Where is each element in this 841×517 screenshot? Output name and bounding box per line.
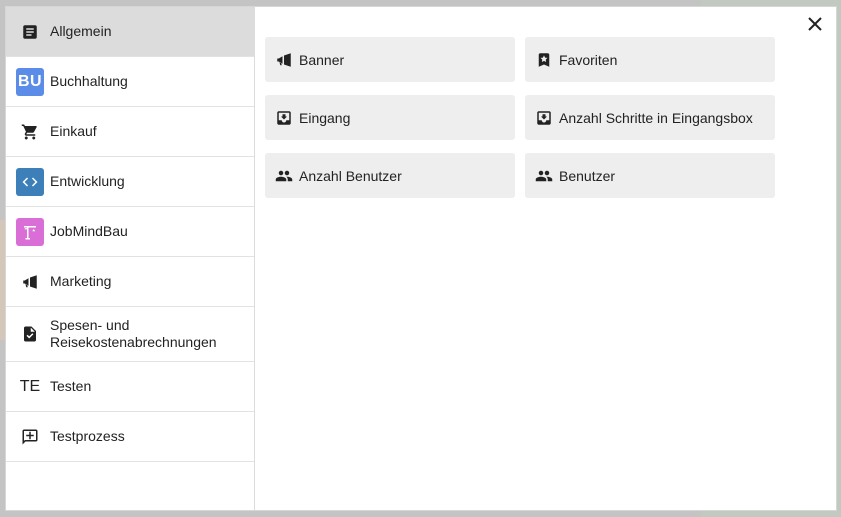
- people-icon: [535, 170, 553, 181]
- sidebar-item-marketing[interactable]: Marketing: [6, 257, 254, 307]
- document-check-icon: [16, 320, 44, 348]
- sidebar-item-label: Allgemein: [50, 23, 112, 39]
- sidebar-item-label: Testprozess: [50, 428, 125, 444]
- tile-label: Anzahl Benutzer: [299, 167, 402, 184]
- tile-banner[interactable]: Banner: [265, 37, 515, 82]
- sidebar-item-label: Einkauf: [50, 123, 97, 139]
- inbox-icon: [277, 110, 291, 125]
- sidebar-item-buchhaltung[interactable]: BU Buchhaltung: [6, 57, 254, 107]
- people-icon: [275, 170, 293, 181]
- crane-icon: [16, 217, 44, 246]
- megaphone-icon: [277, 52, 291, 67]
- bookmark-star-icon: [538, 52, 550, 67]
- tile-eingang[interactable]: Eingang: [265, 95, 515, 140]
- sidebar-item-label: Buchhaltung: [50, 73, 128, 89]
- tile-favoriten[interactable]: Favoriten: [525, 37, 775, 82]
- tile-label: Anzahl Schritte in Eingangsbox: [559, 109, 753, 126]
- buchhaltung-badge-icon: BU: [16, 67, 44, 96]
- category-sidebar: Allgemein BU Buchhaltung Einkauf Entwick…: [6, 7, 255, 510]
- inbox-icon: [537, 110, 551, 125]
- tile-label: Favoriten: [559, 51, 618, 68]
- megaphone-icon: [16, 268, 44, 296]
- sidebar-item-label: Spesen- und Reisekostenabrechnungen: [50, 317, 217, 350]
- tile-grid: Banner Favoriten Eingang Anzahl Schritte…: [265, 37, 775, 198]
- comment-add-icon: [16, 423, 44, 451]
- tile-anzahl-schritte[interactable]: Anzahl Schritte in Eingangsbox: [525, 95, 775, 140]
- tiles-panel: Banner Favoriten Eingang Anzahl Schritte…: [255, 7, 836, 510]
- tile-label: Benutzer: [559, 167, 616, 184]
- close-button[interactable]: [806, 15, 824, 33]
- tile-label: Eingang: [299, 109, 351, 126]
- sidebar-item-testen[interactable]: TE Testen: [6, 362, 254, 412]
- sidebar-item-einkauf[interactable]: Einkauf: [6, 107, 254, 157]
- tile-label: Banner: [299, 51, 345, 68]
- close-icon: [808, 17, 822, 31]
- sidebar-item-entwicklung[interactable]: Entwicklung: [6, 157, 254, 207]
- sidebar-item-spesen[interactable]: Spesen- und Reisekostenabrechnungen: [6, 307, 254, 362]
- sidebar-item-label: JobMindBau: [50, 223, 128, 239]
- cart-icon: [16, 118, 44, 146]
- tile-benutzer[interactable]: Benutzer: [525, 153, 775, 198]
- sidebar-item-label: Testen: [50, 378, 92, 394]
- sidebar-item-testprozess[interactable]: Testprozess: [6, 412, 254, 462]
- sidebar-item-allgemein[interactable]: Allgemein: [6, 7, 254, 57]
- testen-badge-icon: TE: [19, 377, 41, 395]
- article-icon: [16, 18, 44, 46]
- sidebar-item-jobmindbau[interactable]: JobMindBau: [6, 207, 254, 257]
- sidebar-item-label: Entwicklung: [50, 173, 125, 189]
- sidebar-item-label: Marketing: [50, 273, 112, 289]
- tile-anzahl-benutzer[interactable]: Anzahl Benutzer: [265, 153, 515, 198]
- code-icon: [16, 167, 44, 196]
- app-selector-dialog: Allgemein BU Buchhaltung Einkauf Entwick…: [6, 7, 836, 510]
